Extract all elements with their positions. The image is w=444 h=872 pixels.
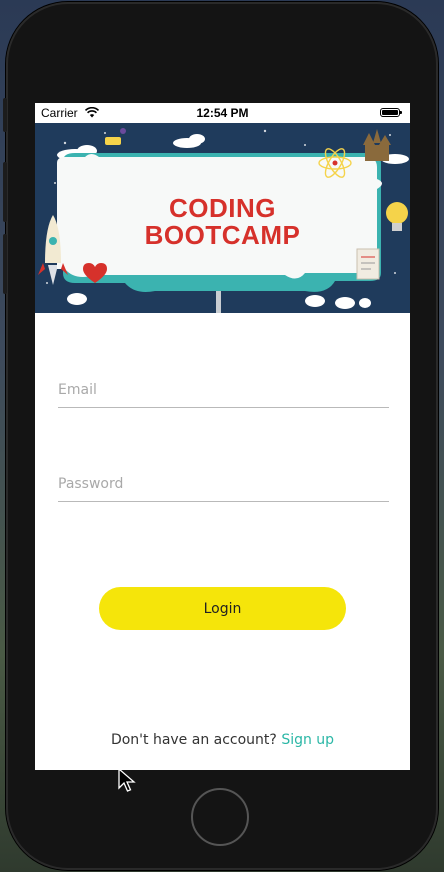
home-button[interactable] — [191, 788, 249, 846]
signup-prompt: Don't have an account? Sign up — [35, 732, 410, 748]
banner-title: CODING BOOTCAMP — [35, 195, 410, 249]
coding-bootcamp-banner: CODING BOOTCAMP — [35, 123, 410, 313]
document-icon — [356, 248, 380, 280]
signup-prompt-text: Don't have an account? — [110, 732, 282, 748]
email-field-container — [58, 375, 389, 408]
password-field[interactable] — [58, 469, 389, 499]
status-time: 12:54 PM — [196, 106, 249, 120]
banner-title-line1: CODING — [169, 193, 276, 223]
volume-up-button — [3, 162, 7, 222]
signup-link[interactable]: Sign up — [281, 732, 334, 748]
password-field-container — [58, 469, 389, 502]
app-screen: Carrier 12:54 PM CODING BOOTCAMP Email L… — [35, 103, 410, 770]
status-bar: Carrier 12:54 PM — [35, 103, 410, 123]
volume-down-button — [3, 234, 7, 294]
cursor-icon — [118, 768, 136, 792]
silent-switch — [3, 98, 7, 132]
battery-icon — [380, 108, 402, 117]
login-button[interactable]: Login — [99, 587, 346, 630]
email-field[interactable] — [58, 375, 389, 405]
banner-title-line2: BOOTCAMP — [144, 220, 301, 250]
